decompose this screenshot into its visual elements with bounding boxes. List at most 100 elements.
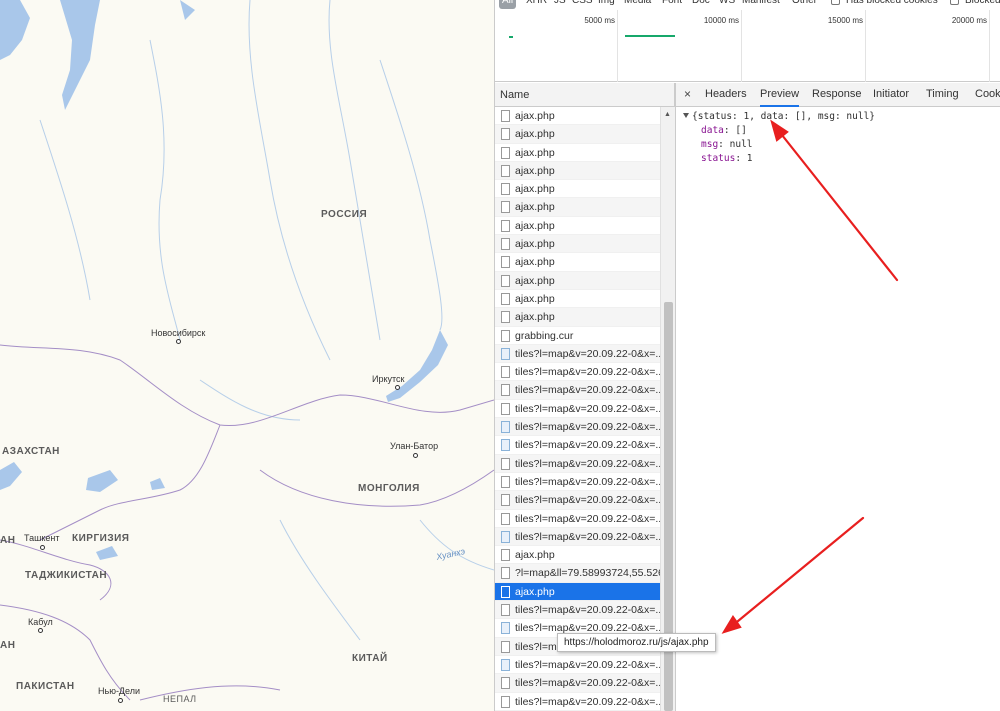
filter-css[interactable]: CSS — [569, 0, 596, 9]
json-value: [] — [735, 125, 747, 136]
request-row[interactable]: tiles?l=map&v=20.09.22-0&x=... — [495, 674, 660, 693]
filter-media[interactable]: Media — [621, 0, 654, 9]
request-row[interactable]: tiles?l=map&v=20.09.22-0&x=... — [495, 693, 660, 711]
request-row[interactable]: ajax.php — [495, 161, 660, 181]
column-name-header[interactable]: Name — [500, 89, 529, 101]
request-row[interactable]: ajax.php — [495, 546, 660, 565]
image-file-icon — [501, 421, 510, 434]
document-file-icon — [501, 146, 510, 159]
request-row[interactable]: tiles?l=map&v=20.09.22-0&x=... — [495, 527, 660, 547]
request-row[interactable]: tiles?l=map&v=20.09.22-0&x=... — [495, 510, 660, 528]
request-detail-pane: × Headers Preview Response Initiator Tim… — [675, 83, 1000, 711]
request-name: ajax.php — [515, 292, 555, 305]
request-row[interactable]: tiles?l=map&v=20.09.22-0&x=... — [495, 454, 660, 473]
map-city-kabul: Кабул — [28, 617, 53, 627]
image-file-icon — [501, 439, 510, 452]
map-city-tashkent: Ташкент — [24, 533, 60, 543]
document-file-icon — [501, 512, 510, 525]
timeline-tick-label: 5000 ms — [584, 16, 615, 25]
filter-font[interactable]: Font — [659, 0, 685, 9]
json-data-line: data: [] — [701, 125, 747, 136]
request-row[interactable]: ajax.php — [495, 582, 660, 602]
url-tooltip: https://holodmoroz.ru/js/ajax.php — [557, 633, 716, 652]
filter-doc[interactable]: Doc — [689, 0, 713, 9]
city-dot — [38, 628, 43, 633]
request-row[interactable]: tiles?l=map&v=20.09.22-0&x=... — [495, 473, 660, 492]
tab-cookies[interactable]: Cooki — [975, 88, 1000, 100]
json-summary: {status: 1, data: [], msg: null} — [692, 111, 876, 122]
json-key: status — [701, 153, 736, 164]
request-row[interactable]: ajax.php — [495, 235, 660, 254]
document-file-icon — [501, 311, 510, 324]
request-row[interactable]: tiles?l=map&v=20.09.22-0&x=... — [495, 344, 660, 364]
timeline-tick — [865, 10, 866, 82]
city-dot — [413, 453, 418, 458]
request-list-header[interactable]: Name — [495, 83, 675, 107]
scroll-up-arrow-icon[interactable]: ▲ — [664, 111, 671, 118]
timeline-tick-label: 15000 ms — [827, 16, 863, 25]
tab-initiator[interactable]: Initiator — [873, 88, 909, 100]
tab-response[interactable]: Response — [812, 88, 862, 100]
request-row[interactable]: tiles?l=map&v=20.09.22-0&x=... — [495, 601, 660, 620]
tab-headers[interactable]: Headers — [705, 88, 747, 100]
json-root-line[interactable]: {status: 1, data: [], msg: null} — [676, 110, 875, 124]
water-area — [0, 0, 30, 60]
tab-timing[interactable]: Timing — [926, 88, 959, 100]
request-row[interactable]: ajax.php — [495, 125, 660, 144]
filter-xhr[interactable]: XHR — [523, 0, 550, 9]
document-file-icon — [501, 274, 510, 287]
close-icon[interactable]: × — [684, 87, 691, 101]
request-row[interactable]: ajax.php — [495, 290, 660, 309]
filter-ws[interactable]: WS — [716, 0, 738, 9]
request-list-scrollbar[interactable]: ▲ — [660, 107, 675, 711]
request-row[interactable]: grabbing.cur — [495, 327, 660, 345]
request-row[interactable]: tiles?l=map&v=20.09.22-0&x=... — [495, 400, 660, 419]
expand-triangle-icon[interactable] — [683, 113, 689, 118]
timeline-activity-bar — [625, 35, 675, 37]
document-file-icon — [501, 677, 510, 690]
request-row[interactable]: tiles?l=map&v=20.09.22-0&x=... — [495, 436, 660, 455]
blocked-cookies-checkbox[interactable] — [831, 0, 840, 5]
document-file-icon — [501, 292, 510, 305]
devtools-network-panel: All XHR JS CSS Img Media Font Doc WS Man… — [494, 0, 1000, 711]
document-file-icon — [501, 549, 510, 562]
document-file-icon — [501, 183, 510, 196]
request-row[interactable]: tiles?l=map&v=20.09.22-0&x=... — [495, 381, 660, 400]
blocked-requests-checkbox[interactable] — [950, 0, 959, 5]
request-row[interactable]: ajax.php — [495, 107, 660, 126]
map-label-china: КИТАЙ — [352, 653, 388, 664]
request-row[interactable]: tiles?l=map&v=20.09.22-0&x=... — [495, 418, 660, 437]
request-row[interactable]: tiles?l=map&v=20.09.22-0&x=... — [495, 363, 660, 382]
filter-all[interactable]: All — [499, 0, 517, 9]
document-file-icon — [501, 201, 510, 214]
request-name: tiles?l=map&v=20.09.22-0&x=... — [515, 475, 660, 488]
image-file-icon — [501, 347, 510, 360]
timeline-overview[interactable]: 5000 ms 10000 ms 15000 ms 20000 ms — [495, 10, 1000, 82]
request-row[interactable]: tiles?l=map&v=20.09.22-0&x=... — [495, 491, 660, 510]
request-row[interactable]: ?l=map&ll=79.58993724,55.526... — [495, 564, 660, 583]
map-city-irkutsk: Иркутск — [372, 374, 405, 384]
tab-preview[interactable]: Preview — [760, 88, 800, 107]
map-city-newdelhi: Нью-Дели — [98, 686, 141, 696]
filter-img[interactable]: Img — [595, 0, 618, 9]
image-file-icon — [501, 530, 510, 543]
document-file-icon — [501, 384, 510, 397]
request-row[interactable]: ajax.php — [495, 217, 660, 236]
request-name: ajax.php — [515, 238, 555, 251]
document-file-icon — [501, 457, 510, 470]
map-view[interactable]: РОССИЯ МОНГОЛИЯ АЗАХСТАН КИРГИЗИЯ ТАДЖИК… — [0, 0, 494, 711]
filter-other[interactable]: Other — [789, 0, 820, 9]
request-row[interactable]: ajax.php — [495, 308, 660, 327]
request-row[interactable]: ajax.php — [495, 180, 660, 199]
request-row[interactable]: ajax.php — [495, 198, 660, 217]
request-row[interactable]: ajax.php — [495, 253, 660, 272]
request-name: tiles?l=map&v=20.09.22-0&x=... — [515, 677, 660, 690]
request-row[interactable]: tiles?l=map&v=20.09.22-0&x=... — [495, 656, 660, 675]
filter-manifest[interactable]: Manifest — [739, 0, 783, 9]
request-list[interactable]: ajax.php ajax.php ajax.php ajax.php ajax.php… — [495, 107, 660, 711]
request-row[interactable]: ajax.php — [495, 271, 660, 290]
filter-js[interactable]: JS — [551, 0, 569, 9]
request-name: ajax.php — [515, 256, 555, 269]
request-row[interactable]: ajax.php — [495, 144, 660, 162]
city-dot — [395, 385, 400, 390]
